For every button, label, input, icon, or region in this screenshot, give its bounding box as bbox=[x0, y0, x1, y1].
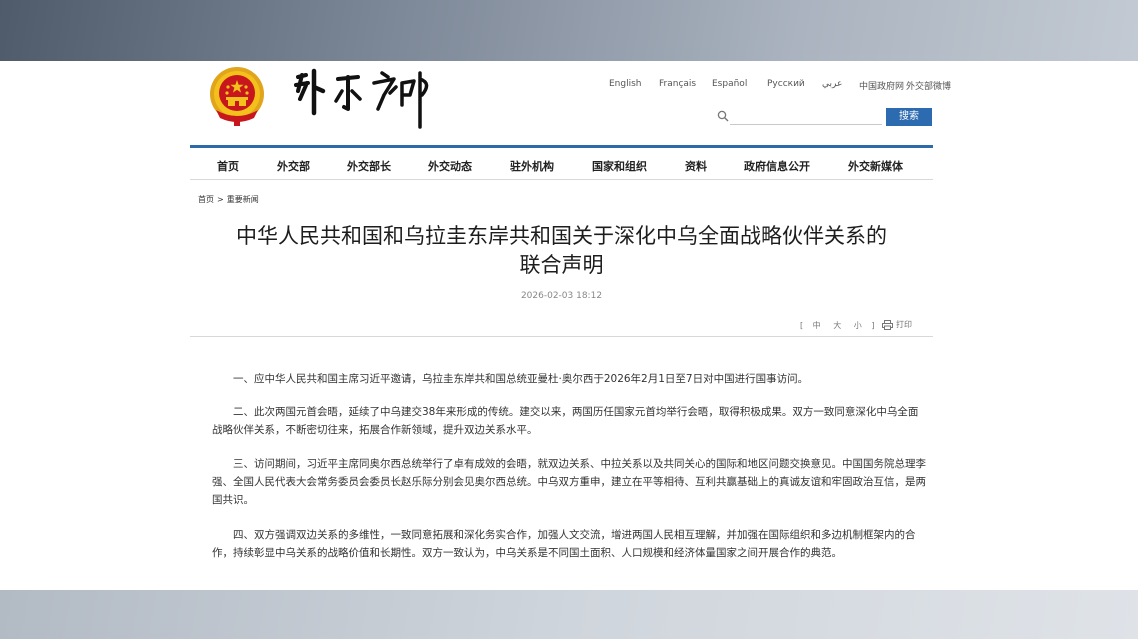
webpage: English Français Español Русский عربي 中国… bbox=[0, 61, 1138, 590]
language-links: English Français Español Русский عربي 中国… bbox=[0, 79, 1138, 93]
lang-link-english[interactable]: English bbox=[609, 79, 642, 89]
article-title: 中华人民共和国和乌拉圭东岸共和国关于深化中乌全面战略伙伴关系的 联合声明 bbox=[190, 222, 933, 280]
lang-link-french[interactable]: Français bbox=[659, 79, 696, 89]
lang-link-russian[interactable]: Русский bbox=[767, 79, 805, 89]
print-button[interactable]: 打印 bbox=[882, 319, 912, 330]
lang-link-arabic[interactable]: عربي bbox=[822, 79, 842, 89]
nav-item-countries[interactable]: 国家和组织 bbox=[592, 158, 647, 174]
nav-item-ministry[interactable]: 外交部 bbox=[277, 158, 310, 174]
nav-item-home[interactable]: 首页 bbox=[217, 158, 239, 174]
nav-item-gov-info[interactable]: 政府信息公开 bbox=[744, 158, 810, 174]
search-icon bbox=[717, 110, 729, 122]
article-paragraph-3: 三、访问期间，习近平主席同奥尔西总统举行了卓有成效的会晤，就双边关系、中拉关系以… bbox=[212, 458, 926, 506]
article-paragraph-1: 一、应中华人民共和国主席习近平邀请，乌拉圭东岸共和国总统亚曼杜·奥尔西于2026… bbox=[233, 373, 809, 385]
link-mfa-weibo[interactable]: 外交部微博 bbox=[906, 79, 951, 92]
breadcrumb-separator: > bbox=[217, 195, 224, 204]
link-gov-portal[interactable]: 中国政府网 bbox=[859, 79, 904, 92]
video-frame-bottom-band bbox=[0, 590, 1138, 639]
article-paragraph-4: 四、双方强调双边关系的多维性，一致同意拓展和深化务实合作，加强人文交流，增进两国… bbox=[212, 529, 916, 559]
main-nav: 首页 外交部 外交部长 外交动态 驻外机构 国家和组织 资料 政府信息公开 外交… bbox=[190, 145, 933, 180]
font-size-bracket-close: ] bbox=[871, 321, 877, 330]
print-label: 打印 bbox=[896, 320, 912, 329]
mfa-calligraphy-logo[interactable] bbox=[290, 65, 440, 131]
printer-icon bbox=[882, 319, 893, 330]
nav-item-diplomatic-news[interactable]: 外交动态 bbox=[428, 158, 472, 174]
search-button[interactable]: 搜索 bbox=[886, 108, 932, 126]
font-size-small[interactable]: 小 bbox=[854, 321, 864, 330]
article-title-line2: 联合声明 bbox=[519, 253, 604, 277]
font-size-medium[interactable]: 中 bbox=[813, 321, 823, 330]
divider bbox=[190, 336, 933, 337]
breadcrumb: 首页 > 重要新闻 bbox=[198, 194, 259, 205]
breadcrumb-current[interactable]: 重要新闻 bbox=[227, 195, 259, 204]
nav-item-minister[interactable]: 外交部长 bbox=[347, 158, 391, 174]
font-size-selector: [ 中 大 小 ] bbox=[800, 320, 876, 331]
font-size-large[interactable]: 大 bbox=[833, 321, 843, 330]
article-date: 2026-02-03 18:12 bbox=[520, 291, 603, 301]
article-paragraph-2: 二、此次两国元首会晤，延续了中乌建交38年来形成的传统。建交以来，两国历任国家元… bbox=[212, 406, 919, 436]
nav-item-new-media[interactable]: 外交新媒体 bbox=[848, 158, 903, 174]
video-frame-top-band bbox=[0, 0, 1138, 61]
search-input[interactable] bbox=[730, 108, 882, 125]
lang-link-spanish[interactable]: Español bbox=[712, 79, 747, 89]
nav-item-missions[interactable]: 驻外机构 bbox=[510, 158, 554, 174]
article-title-line1: 中华人民共和国和乌拉圭东岸共和国关于深化中乌全面战略伙伴关系的 bbox=[236, 224, 887, 248]
nav-item-resources[interactable]: 资料 bbox=[685, 158, 707, 174]
font-size-bracket-open: [ bbox=[800, 321, 806, 330]
national-emblem-icon[interactable] bbox=[208, 66, 266, 128]
breadcrumb-home[interactable]: 首页 bbox=[198, 195, 214, 204]
